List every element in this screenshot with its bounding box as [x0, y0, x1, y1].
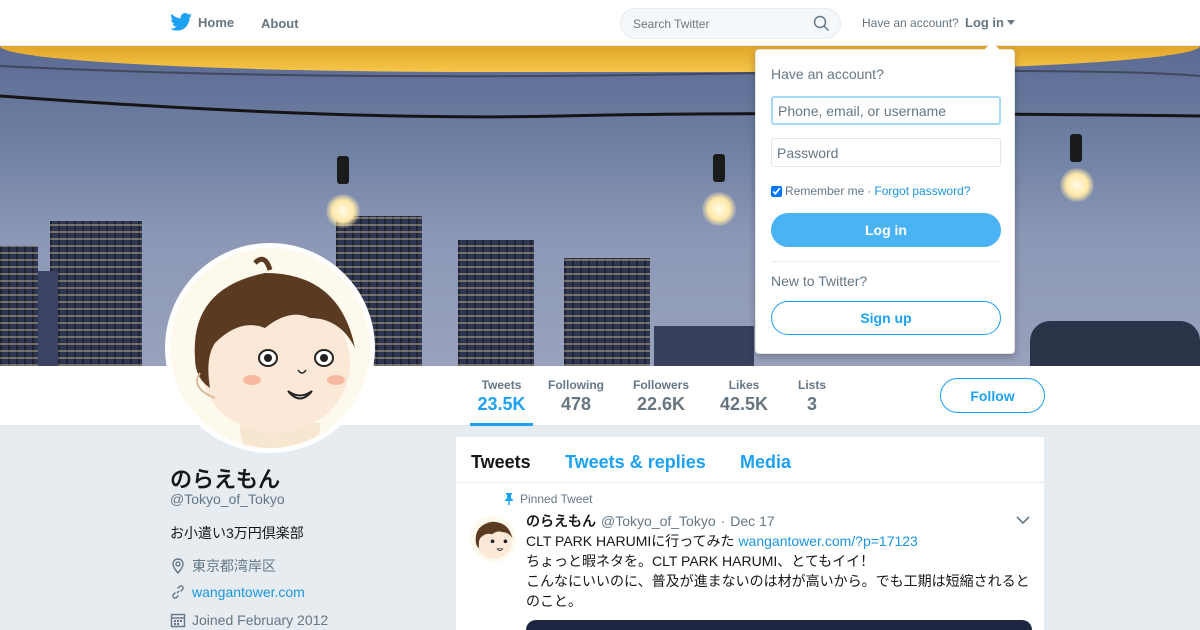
remember-separator: · [867, 184, 872, 198]
search-box [620, 8, 841, 39]
top-navigation: Home About Have an account? Log in [0, 0, 1200, 46]
tweet-media-image[interactable] [526, 620, 1032, 630]
tweet-link[interactable]: wangantower.com/?p=17123 [738, 533, 917, 549]
banner-trees [1030, 321, 1200, 366]
tweet-separator: · [720, 513, 726, 529]
light-bulb [1060, 168, 1094, 202]
light-socket [337, 156, 349, 184]
stat-label: Followers [632, 378, 689, 392]
follow-button[interactable]: Follow [940, 378, 1045, 413]
nav-home-link[interactable]: Home [170, 13, 234, 31]
stat-label: Tweets [481, 378, 522, 392]
tweet-line-3: こんなにいいのに、普及が進まないのは材が高いから。でも工期は短縮されるとのこと。 [526, 573, 1030, 609]
tweet-author-name[interactable]: のらえもん [526, 511, 596, 531]
stat-value: 3 [806, 394, 817, 414]
profile-joined: Joined February 2012 [170, 612, 328, 628]
stat-label: Likes [728, 378, 760, 392]
timeline: Tweets Tweets & replies Media Pinned Twe… [456, 437, 1044, 630]
stat-followers[interactable]: Followers 22.6K [631, 378, 691, 415]
tweet-line-2: ちょっと暇ネタを。CLT PARK HARUMI、とてもイイ！ [526, 553, 875, 569]
pinned-text: Pinned Tweet [520, 492, 593, 506]
dropdown-title: Have an account? [771, 66, 884, 82]
timeline-tabs: Tweets Tweets & replies Media [456, 437, 1044, 483]
link-icon [172, 585, 184, 599]
stat-value: 42.5K [719, 394, 769, 414]
profile-bio: お小遣い3万円倶楽部 [170, 525, 304, 541]
tweet-header: のらえもん @Tokyo_of_Tokyo · Dec 17 [526, 511, 775, 531]
login-dropdown: Have an account? Remember me · Forgot pa… [755, 42, 1015, 354]
password-input[interactable] [771, 138, 1001, 167]
calendar-icon [170, 613, 186, 628]
stat-following[interactable]: Following 478 [546, 378, 606, 415]
light-bulb [702, 192, 736, 226]
stat-value: 478 [560, 394, 592, 414]
banner-building [50, 221, 142, 366]
tweet-author-handle[interactable]: @Tokyo_of_Tokyo [601, 513, 716, 529]
username-input[interactable] [771, 96, 1001, 125]
search-input[interactable] [621, 9, 801, 38]
nav-about-link[interactable]: About [261, 16, 299, 31]
stat-tweets[interactable]: Tweets 23.5K [470, 378, 533, 426]
profile-website: wangantower.com [170, 584, 305, 600]
banner-building [38, 271, 58, 366]
caret-down-icon [1007, 20, 1015, 25]
banner-building [0, 246, 38, 366]
tweet-text: CLT PARK HARUMIに行ってみた wangantower.com/?p… [526, 531, 1036, 611]
login-link-label: Log in [965, 15, 1004, 30]
avatar-illustration [170, 248, 370, 448]
nav-home-label: Home [198, 14, 235, 30]
website-link[interactable]: wangantower.com [192, 584, 305, 600]
dropdown-divider [771, 261, 1001, 262]
pinned-tweet-label: Pinned Tweet [504, 492, 593, 506]
tweet-date[interactable]: Dec 17 [730, 513, 774, 529]
signup-button[interactable]: Sign up [771, 301, 1001, 335]
tweet-avatar[interactable] [470, 516, 516, 562]
profile-handle[interactable]: @Tokyo_of_Tokyo [170, 491, 285, 507]
profile-avatar[interactable] [165, 243, 375, 453]
remember-label: Remember me [785, 184, 865, 198]
pin-icon [505, 493, 513, 505]
have-account-text: Have an account? [862, 16, 959, 30]
tab-tweets[interactable]: Tweets [471, 452, 531, 473]
tweet-line-1: CLT PARK HARUMIに行ってみた [526, 533, 735, 549]
location-text: 東京都湾岸区 [192, 558, 276, 574]
stat-value: 22.6K [636, 394, 686, 414]
banner-building [564, 258, 650, 366]
light-socket [1070, 134, 1082, 162]
stat-value: 23.5K [477, 394, 526, 414]
login-dropdown-toggle[interactable]: Log in [965, 15, 1015, 30]
remember-checkbox[interactable] [771, 185, 782, 197]
stat-label: Lists [797, 378, 826, 392]
banner-building [654, 326, 754, 366]
profile-name: のらえもん [170, 467, 281, 492]
banner-building [458, 240, 534, 366]
profile-location: 東京都湾岸区 [170, 556, 276, 576]
joined-text: Joined February 2012 [192, 612, 329, 628]
stat-likes[interactable]: Likes 42.5K [718, 378, 770, 415]
remember-row: Remember me · Forgot password? [771, 184, 970, 198]
new-to-twitter-text: New to Twitter? [771, 273, 868, 289]
forgot-password-link[interactable]: Forgot password? [874, 184, 970, 198]
tweet-avatar-illustration [470, 516, 516, 562]
tab-tweets-replies[interactable]: Tweets & replies [565, 452, 706, 473]
search-icon[interactable] [813, 15, 830, 32]
tab-media[interactable]: Media [740, 452, 791, 473]
twitter-bird-icon [170, 13, 192, 31]
stat-label: Following [548, 378, 604, 392]
light-bulb [326, 194, 360, 228]
light-socket [713, 154, 725, 182]
chevron-down-icon[interactable] [1016, 515, 1030, 525]
stat-lists[interactable]: Lists 3 [796, 378, 828, 415]
login-button[interactable]: Log in [771, 213, 1001, 247]
location-icon [172, 558, 184, 574]
